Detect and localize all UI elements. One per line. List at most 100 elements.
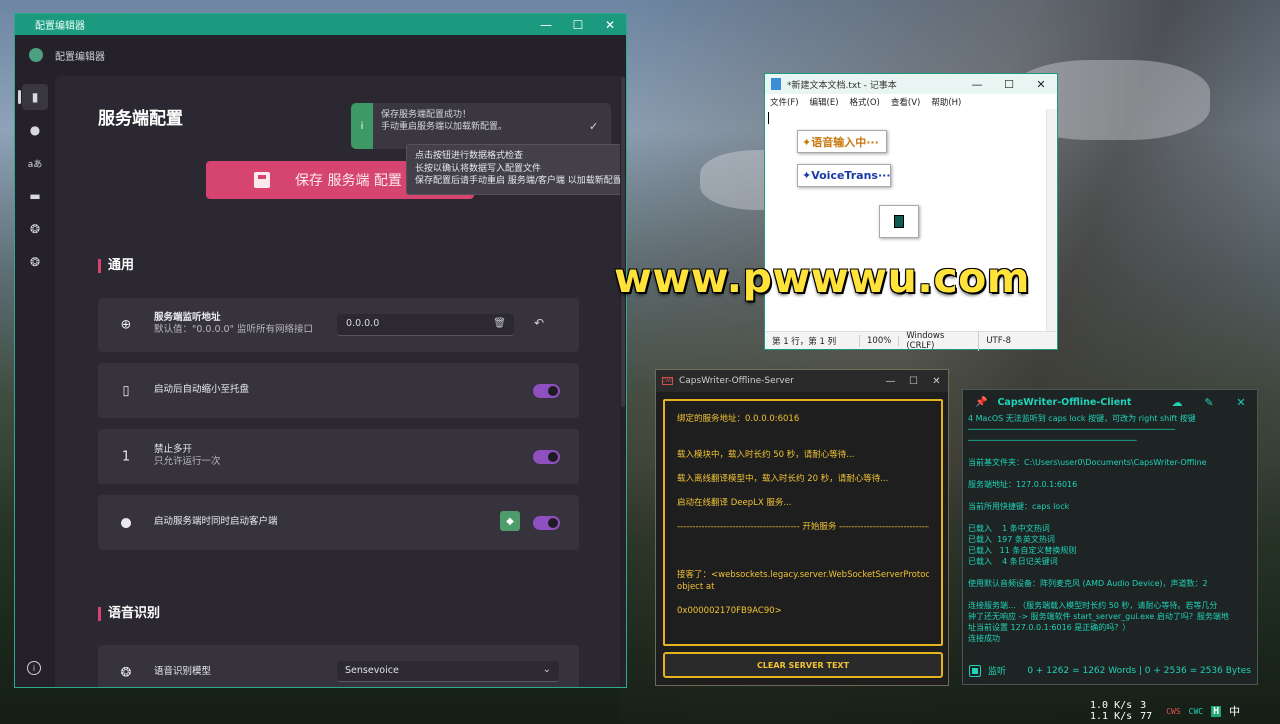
save-tooltip: 点击按钮进行数据格式检查 长按以确认将数据写入配置文件 保存配置后请手动重启 服… <box>406 144 620 195</box>
log-line: 4 MacOS 无法监听到 caps lock 按键，可改为 right shi… <box>968 414 1196 423</box>
monitor-checkbox[interactable] <box>969 664 981 677</box>
text-cursor <box>768 112 769 124</box>
translate-nav-icon[interactable]: aあ <box>22 150 48 176</box>
notepad-window: *新建文本文档.txt - 记事本 — ☐ ✕ 文件(F) 编辑(E) 格式(O… <box>764 73 1058 351</box>
save-button-label: 保存 服务端 配置 <box>295 173 402 189</box>
status-zoom: 100% <box>860 335 900 346</box>
notepad-scrollbar[interactable] <box>1046 109 1057 331</box>
client-close-button[interactable]: ✕ <box>1225 396 1257 409</box>
network-speed: 1.0 K/s 1.1 K/s <box>1090 700 1132 722</box>
toast-line-1: 保存服务端配置成功！ <box>381 110 472 120</box>
server-log: 绑定的服务地址：0.0.0.0:6016 载入模块中，载入时长约 50 秒，请耐… <box>663 399 943 646</box>
log-line: ────────────────────────────────────────… <box>968 425 1176 434</box>
log-line: ─────────────────────────────────── <box>968 436 1137 445</box>
net-up: 1.0 K/s <box>1090 700 1133 711</box>
tray-h-icon[interactable]: H <box>1211 705 1222 717</box>
single-instance-desc: 只允许运行一次 <box>154 456 221 467</box>
trash-icon[interactable]: 🗑 <box>493 318 506 329</box>
notepad-maximize-button[interactable]: ☐ <box>993 78 1025 91</box>
notepad-close-button[interactable]: ✕ <box>1025 78 1057 91</box>
log-line: ----------------------------------------… <box>677 522 929 532</box>
server-config-nav-icon[interactable]: ▮ <box>18 84 48 110</box>
scrollbar[interactable] <box>621 77 625 407</box>
tray-server-icon[interactable]: CWS <box>1166 707 1180 716</box>
word-byte-stats: 0 + 1262 = 1262 Words | 0 + 2536 = 2536 … <box>1027 665 1251 676</box>
ime-indicator[interactable]: 中 <box>1229 703 1240 719</box>
menu-format[interactable]: 格式(O) <box>850 96 880 108</box>
recording-indicator <box>879 205 919 238</box>
minimize-tray-card: ▯ 启动后自动缩小至托盘 <box>98 363 579 418</box>
log-line: 连接服务端... （服务端载入模型时长约 50 秒，请耐心等待。若等几分 <box>968 601 1218 610</box>
log-line: 接客了：<websockets.legacy.server.WebSocketS… <box>677 570 929 580</box>
brain-icon: ❂ <box>120 665 132 680</box>
server-maximize-button[interactable]: ☐ <box>902 376 925 387</box>
globe-icon: ⊕ <box>120 317 132 333</box>
app-logo-icon <box>29 48 43 62</box>
menu-file[interactable]: 文件(F) <box>770 96 799 108</box>
close-button[interactable]: ✕ <box>594 18 626 32</box>
log-line: 启动在线翻译 DeepLX 服务... <box>677 498 792 508</box>
main-content: 服务端配置 i 保存服务端配置成功！ 手动重启服务端以加载新配置。 ✓ 保存 服… <box>55 76 620 687</box>
start-client-toggle[interactable] <box>533 515 560 530</box>
single-instance-card: 1 禁止多开 只允许运行一次 <box>98 429 579 484</box>
clear-server-text-button[interactable]: CLEAR SERVER TEXT <box>663 652 943 678</box>
toast-info-icon: i <box>351 103 373 149</box>
log-line: 使用默认音频设备：阵列麦克风 (AMD Audio Device)，声道数：2 <box>968 579 1208 588</box>
status-eol: Windows (CRLF) <box>899 330 980 351</box>
client-eraser-icon[interactable]: ✎ <box>1193 396 1225 409</box>
voice-trans-indicator: ✦VoiceTrans··· <box>797 164 891 187</box>
listen-address-input[interactable]: 0.0.0.0 🗑 <box>337 314 514 336</box>
toast-check-icon[interactable]: ✓ <box>589 103 611 149</box>
save-disk-icon <box>254 172 270 188</box>
server-minimize-button[interactable]: — <box>879 376 902 387</box>
menu-help[interactable]: 帮助(H) <box>931 96 961 108</box>
undo-icon[interactable]: ↶ <box>534 316 544 330</box>
pin-icon[interactable]: 📌 <box>975 397 987 408</box>
title-bar: 配置编辑器 — ☐ ✕ <box>15 14 626 35</box>
notepad-menu-bar: 文件(F) 编辑(E) 格式(O) 查看(V) 帮助(H) <box>765 94 1057 109</box>
log-line: 已载入 11 条自定义替换规则 <box>968 546 1077 555</box>
server-title-bar: CWS CapsWriter-Offline-Server — ☐ ✕ <box>656 370 948 392</box>
info-icon[interactable]: i <box>27 661 41 675</box>
tray-client-icon[interactable]: CWC <box>1189 707 1203 716</box>
shield-icon: ◆ <box>500 511 520 531</box>
app-header: 配置编辑器 <box>15 35 626 75</box>
monitor-label: 监听 <box>988 667 1007 677</box>
tray-num-1: 3 <box>1140 700 1147 711</box>
server-close-button[interactable]: ✕ <box>925 376 948 387</box>
status-encoding: UTF-8 <box>986 335 1012 346</box>
minimize-button[interactable]: — <box>530 18 562 32</box>
chevron-down-icon: ⌄ <box>542 664 551 675</box>
minimize-tray-toggle[interactable] <box>533 383 560 398</box>
listen-address-desc: 默认值："0.0.0.0" 监听所有网络接口 <box>154 324 313 335</box>
menu-view[interactable]: 查看(V) <box>891 96 920 108</box>
notepad-minimize-button[interactable]: — <box>961 78 993 91</box>
brain-alt-nav-icon[interactable]: ❂ <box>22 249 48 275</box>
log-line: 绑定的服务地址：0.0.0.0:6016 <box>677 414 800 424</box>
tooltip-line: 点击按钮进行数据格式检查 <box>415 151 524 161</box>
maximize-button[interactable]: ☐ <box>562 18 594 32</box>
menu-edit[interactable]: 编辑(E) <box>810 96 839 108</box>
single-instance-toggle[interactable] <box>533 449 560 464</box>
speech-model-card: ❂ 语音识别模型 Sensevoice ⌄ <box>98 645 579 687</box>
section-speech-title: 语音识别 <box>98 607 160 621</box>
client-theme-icon[interactable]: ☁ <box>1161 396 1193 409</box>
notepad-title-bar: *新建文本文档.txt - 记事本 — ☐ ✕ <box>765 74 1057 94</box>
voice-input-indicator: ✦语音输入中··· <box>797 130 887 153</box>
client-window: 📌 CapsWriter-Offline-Client ☁ ✎ ✕ 4 MacO… <box>962 389 1258 685</box>
user-nav-icon[interactable]: ● <box>22 117 48 143</box>
window-title: 配置编辑器 <box>35 21 85 32</box>
speech-model-select[interactable]: Sensevoice ⌄ <box>337 661 559 682</box>
brain-nav-icon[interactable]: ❂ <box>22 216 48 242</box>
folder-nav-icon[interactable]: ▬ <box>22 183 48 209</box>
success-toast: i 保存服务端配置成功！ 手动重启服务端以加载新配置。 ✓ <box>351 103 611 149</box>
app-name: 配置编辑器 <box>55 51 105 63</box>
